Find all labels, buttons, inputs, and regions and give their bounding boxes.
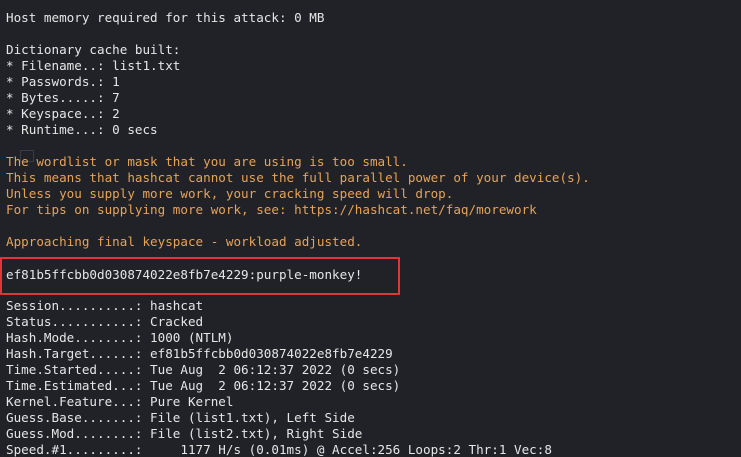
status-session-line: Session..........: hashcat	[6, 298, 204, 313]
cache-filename-line: * Filename..: list1.txt	[6, 58, 181, 73]
status-kernel-feature-line: Kernel.Feature...: Pure Kernel	[6, 394, 234, 409]
status-hash-mode-line: Hash.Mode........: 1000 (NTLM)	[6, 330, 234, 345]
status-speed-line: Speed.#1.........: 1177 H/s (0.01ms) @ A…	[6, 442, 552, 457]
cache-runtime-line: * Runtime...: 0 secs	[6, 122, 158, 137]
status-time-started-line: Time.Started.....: Tue Aug 2 06:12:37 20…	[6, 362, 401, 377]
memory-line: Host memory required for this attack: 0 …	[6, 10, 325, 25]
cache-passwords-line: * Passwords.: 1	[6, 74, 120, 89]
cache-bytes-line: * Bytes.....: 7	[6, 90, 120, 105]
warning-line-3: Unless you supply more work, your cracki…	[6, 186, 454, 201]
warning-line-2: This means that hashcat cannot use the f…	[6, 170, 590, 185]
cracked-result-line: ef81b5ffcbb0d030874022e8fb7e4229:purple-…	[6, 267, 363, 282]
approach-line: Approaching final keyspace - workload ad…	[6, 234, 363, 249]
warning-line-4: For tips on supplying more work, see: ht…	[6, 202, 537, 217]
status-status-line: Status...........: Cracked	[6, 314, 204, 329]
cache-keyspace-line: * Keyspace..: 2	[6, 106, 120, 121]
status-guess-base-line: Guess.Base.......: File (list1.txt), Lef…	[6, 410, 355, 425]
status-hash-target-line: Hash.Target......: ef81b5ffcbb0d03087402…	[6, 346, 393, 361]
terminal-window[interactable]: Host memory required for this attack: 0 …	[0, 0, 741, 457]
status-time-estimated-line: Time.Estimated...: Tue Aug 2 06:12:37 20…	[6, 378, 401, 393]
status-guess-mod-line: Guess.Mod........: File (list2.txt), Rig…	[6, 426, 363, 441]
warning-line-1: The wordlist or mask that you are using …	[6, 154, 408, 169]
cache-title: Dictionary cache built:	[6, 42, 181, 57]
